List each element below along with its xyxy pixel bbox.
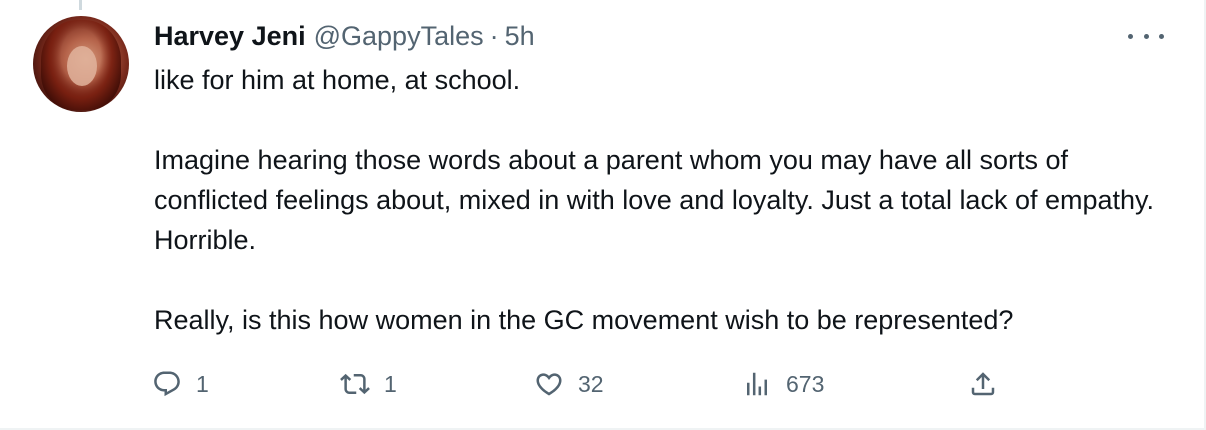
heart-icon bbox=[536, 373, 562, 396]
author-name[interactable]: Harvey Jeni bbox=[154, 21, 306, 52]
more-dot bbox=[1128, 33, 1133, 39]
like-button[interactable]: 32 bbox=[534, 366, 604, 402]
views-count: 673 bbox=[786, 370, 825, 397]
tweet-paragraph: Imagine hearing those words about a pare… bbox=[154, 145, 1155, 255]
tweet-paragraph: like for him at home, at school. bbox=[154, 65, 521, 95]
retweet-icon bbox=[340, 373, 370, 395]
more-dot bbox=[1159, 33, 1164, 39]
reply-count: 1 bbox=[196, 370, 209, 397]
share-button[interactable] bbox=[968, 366, 998, 402]
separator-dot: · bbox=[489, 20, 499, 51]
reply-icon bbox=[154, 371, 180, 397]
timestamp[interactable]: 5h bbox=[505, 21, 535, 52]
tweet-text: like for him at home, at school. Imagine… bbox=[154, 60, 1174, 340]
more-dot bbox=[1143, 33, 1149, 39]
reply-button[interactable]: 1 bbox=[152, 366, 209, 402]
tweet-paragraph: Really, is this how women in the GC move… bbox=[154, 305, 1014, 335]
author-handle[interactable]: @GappyTales bbox=[314, 21, 484, 52]
views-button[interactable]: 673 bbox=[742, 366, 824, 402]
avatar-face bbox=[67, 46, 97, 86]
avatar[interactable] bbox=[33, 16, 129, 112]
tweet-card[interactable]: Harvey Jeni @GappyTales · 5h like for hi… bbox=[0, 0, 1206, 430]
action-bar: 1 1 32 673 bbox=[152, 366, 1012, 402]
tweet-header: Harvey Jeni @GappyTales · 5h bbox=[154, 18, 535, 54]
retweet-count: 1 bbox=[384, 370, 397, 397]
thread-connector-line bbox=[79, 0, 82, 10]
more-options-icon[interactable] bbox=[1128, 24, 1164, 48]
share-icon bbox=[971, 372, 995, 396]
views-icon bbox=[747, 372, 767, 396]
retweet-button[interactable]: 1 bbox=[340, 366, 397, 402]
like-count: 32 bbox=[578, 370, 604, 397]
